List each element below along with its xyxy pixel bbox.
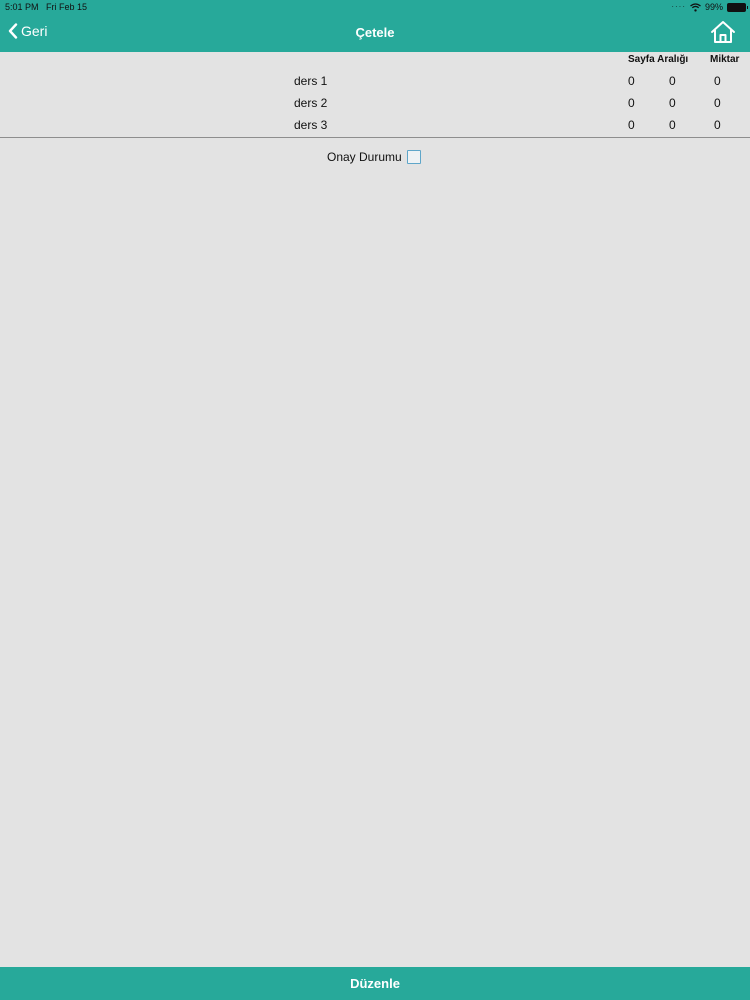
row-name: ders 2 — [294, 96, 328, 110]
nav-bar: Geri Çetele — [0, 14, 750, 52]
battery-icon — [727, 2, 748, 12]
wifi-icon — [690, 2, 701, 12]
row-page-start: 0 — [628, 96, 635, 110]
top-bar: 5:01 PM Fri Feb 15 ···· 99% Geri Çetele — [0, 0, 750, 52]
row-page-end: 0 — [669, 118, 676, 132]
page-title: Çetele — [355, 25, 395, 40]
battery-percent: 99% — [704, 2, 723, 12]
row-name: ders 1 — [294, 74, 328, 88]
row-page-end: 0 — [669, 74, 676, 88]
row-page-end: 0 — [669, 96, 676, 110]
column-header-page-range: Sayfa Aralığı — [628, 54, 689, 65]
row-page-start: 0 — [628, 118, 635, 132]
cetele-table: Sayfa Aralığı Miktar ders 1 0 0 0 ders 2… — [0, 52, 750, 138]
divider — [0, 137, 750, 138]
status-time: 5:01 PM — [5, 2, 39, 12]
home-button[interactable] — [710, 20, 736, 44]
status-bar: 5:01 PM Fri Feb 15 ···· 99% — [0, 0, 750, 14]
row-amount: 0 — [714, 118, 721, 132]
status-right: ···· 99% — [671, 0, 748, 14]
signal-icon: ···· — [671, 2, 686, 11]
row-amount: 0 — [714, 96, 721, 110]
row-amount: 0 — [714, 74, 721, 88]
row-page-start: 0 — [628, 74, 635, 88]
approval-checkbox[interactable] — [406, 150, 421, 164]
approval-label: Onay Durumu — [327, 150, 402, 164]
row-name: ders 3 — [294, 118, 328, 132]
status-date: Fri Feb 15 — [46, 2, 88, 12]
edit-button[interactable]: Düzenle — [0, 967, 750, 1000]
column-header-amount: Miktar — [710, 54, 740, 65]
table-row: ders 2 0 0 0 — [0, 96, 750, 118]
table-row: ders 1 0 0 0 — [0, 74, 750, 96]
home-icon — [711, 21, 735, 43]
approval-status: Onay Durumu — [327, 150, 421, 164]
